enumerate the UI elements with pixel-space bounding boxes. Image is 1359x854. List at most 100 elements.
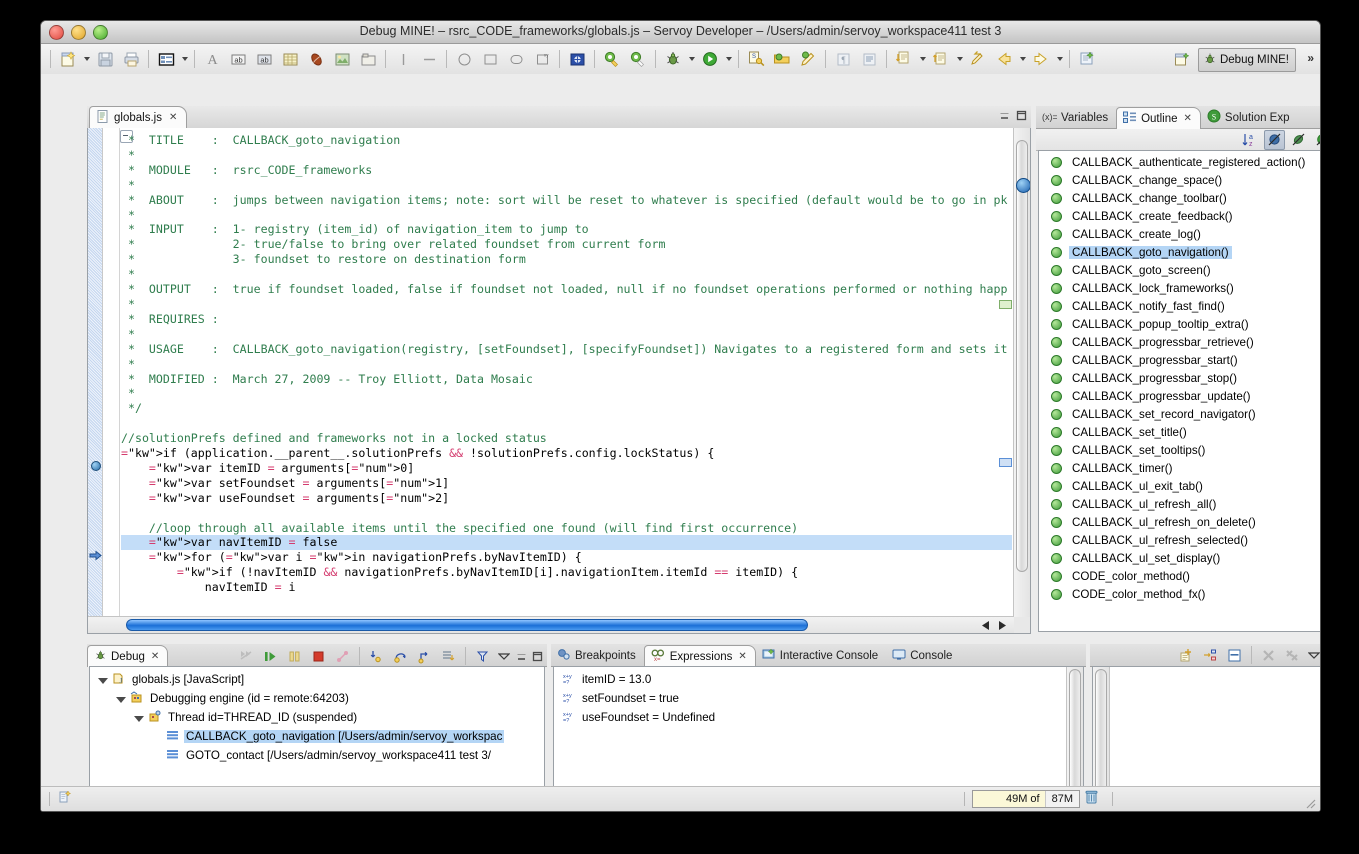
overview-marker-blue[interactable] [999,458,1012,467]
open-folder-icon[interactable] [770,47,794,71]
debug-bug-icon[interactable] [661,47,685,71]
expand-arrow-icon[interactable] [116,694,126,704]
view-menu-icon[interactable] [1306,645,1320,665]
forward-arrow-icon[interactable] [1029,47,1053,71]
editor-hscroll-thumb[interactable] [126,619,808,631]
text-field-icon[interactable]: ab [226,47,250,71]
last-edit-icon[interactable] [966,47,990,71]
outline-body[interactable]: CALLBACK_authenticate_registered_action(… [1038,150,1320,632]
overview-marker-green[interactable] [999,300,1012,309]
tab-interactive-console[interactable]: Interactive Console [756,645,886,666]
maximize-icon[interactable] [531,650,544,663]
open-perspective-icon[interactable] [1170,48,1194,72]
view-menu-icon[interactable] [496,646,512,666]
profile-yellow-icon[interactable] [600,47,624,71]
rounded-rect-icon[interactable] [504,47,528,71]
outline-item[interactable]: CALLBACK_goto_screen() [1039,261,1320,279]
close-icon[interactable]: ✕ [738,651,746,662]
expression-item[interactable]: x+y =? itemID = 13.0 [554,670,1083,689]
hide-static-icon[interactable] [1288,130,1309,150]
breakpoint-marker[interactable] [91,461,101,471]
expand-arrow-icon[interactable] [98,675,108,685]
solution-key-icon[interactable]: S [744,47,768,71]
toolbar-overflow-button[interactable]: » [1307,51,1314,65]
sort-az-icon[interactable]: az [1240,130,1261,150]
remove-all-expressions-icon[interactable] [1282,645,1303,665]
outline-list[interactable]: CALLBACK_authenticate_registered_action(… [1039,151,1320,631]
editor-canvas[interactable]: * TITLE : CALLBACK_goto_navigation * * M… [87,128,1031,634]
outline-item[interactable]: CALLBACK_popup_tooltip_extra() [1039,315,1320,333]
suspend-icon[interactable] [284,646,305,666]
tab-variables[interactable]: (x)= Variables [1036,107,1116,128]
hide-fields-icon[interactable] [1312,130,1320,150]
step-over-icon[interactable] [390,646,411,666]
form-editor-dropdown-icon[interactable] [180,48,189,70]
horizontal-line-icon[interactable] [417,47,441,71]
rect-shape-icon[interactable] [478,47,502,71]
step-return-icon[interactable] [414,646,435,666]
remove-expression-icon[interactable] [1258,645,1279,665]
tab-expressions[interactable]: x= Expressions ✕ [643,645,756,667]
image-icon[interactable] [330,47,354,71]
circle-shape-icon[interactable] [452,47,476,71]
minimize-icon[interactable] [998,109,1011,122]
paragraph-mark-icon[interactable]: ¶ [831,47,855,71]
editor-folding-ruler[interactable] [103,128,133,633]
run-play-icon[interactable] [698,47,722,71]
disconnect-icon[interactable] [332,646,353,666]
use-step-filters-icon[interactable] [472,646,493,666]
outline-item[interactable]: CALLBACK_ul_refresh_selected() [1039,531,1320,549]
breakpoint-overview-marker[interactable] [1016,178,1030,193]
hide-non-public-icon[interactable] [1264,129,1285,150]
outline-item[interactable]: CALLBACK_timer() [1039,459,1320,477]
polygon-icon[interactable]: xy [530,47,554,71]
tab-solution-exp[interactable]: S Solution Exp [1201,107,1298,128]
label-tool-icon[interactable]: A [200,47,224,71]
outline-item[interactable]: CALLBACK_set_record_navigator() [1039,405,1320,423]
outline-item[interactable]: CALLBACK_set_tooltips() [1039,441,1320,459]
debug-tree-node[interactable]: GOTO_contact [/Users/admin/servoy_worksp… [90,746,544,765]
run-dropdown-icon[interactable] [724,48,733,70]
scroll-left-button[interactable] [978,618,992,632]
back-arrow-icon[interactable] [992,47,1016,71]
resume-all-icon[interactable] [236,646,257,666]
form-editor-icon[interactable] [154,47,178,71]
bean-icon[interactable] [304,47,328,71]
collapse-expand-icon[interactable] [1200,645,1221,665]
portal-icon[interactable] [278,47,302,71]
outline-item[interactable]: CALLBACK_progressbar_stop() [1039,369,1320,387]
perspective-debug-mine-button[interactable]: Debug MINE! [1197,48,1296,72]
i18n-flag-icon[interactable] [565,47,589,71]
expression-item[interactable]: x+y =? useFoundset = Undefined [554,708,1083,727]
outline-item[interactable]: CALLBACK_progressbar_update() [1039,387,1320,405]
terminate-icon[interactable] [308,646,329,666]
new-wizard-dropdown-icon[interactable] [82,48,91,70]
editor-tab-globals-js[interactable]: globals.js ✕ [89,106,188,129]
new-wizard-icon[interactable] [56,47,80,71]
tab-console[interactable]: Console [886,645,960,666]
editor-vscrollbar[interactable] [1013,128,1030,633]
back-dropdown-icon[interactable] [1018,48,1027,70]
drop-to-frame-icon[interactable] [438,646,459,666]
source-code[interactable]: * TITLE : CALLBACK_goto_navigation * * M… [121,128,1012,615]
previous-annotation-icon[interactable] [929,47,953,71]
next-annotation-icon[interactable] [892,47,916,71]
run-gc-trash-icon[interactable] [1084,789,1099,810]
next-annotation-dropdown-icon[interactable] [918,48,927,70]
heap-status[interactable]: 49M of 87M [971,790,1080,808]
outline-item[interactable]: CALLBACK_authenticate_registered_action(… [1039,153,1320,171]
debug-tree-node[interactable]: Jglobals.js [JavaScript] [90,670,544,689]
tab-debug[interactable]: Debug ✕ [87,645,169,667]
scroll-right-button[interactable] [995,618,1009,632]
minimize-icon[interactable] [515,650,528,663]
close-icon[interactable]: ✕ [169,112,177,123]
show-details-pane-icon[interactable] [1224,645,1245,665]
outline-item[interactable]: CALLBACK_ul_exit_tab() [1039,477,1320,495]
editor-vscroll-thumb[interactable] [1016,140,1028,572]
debug-dropdown-icon[interactable] [687,48,696,70]
expand-arrow-icon[interactable] [134,713,144,723]
step-into-icon[interactable] [366,646,387,666]
vertical-line-icon[interactable] [391,47,415,71]
debug-tree-node[interactable]: CALLBACK_goto_navigation [/Users/admin/s… [90,727,544,746]
page-break-icon[interactable] [857,47,881,71]
